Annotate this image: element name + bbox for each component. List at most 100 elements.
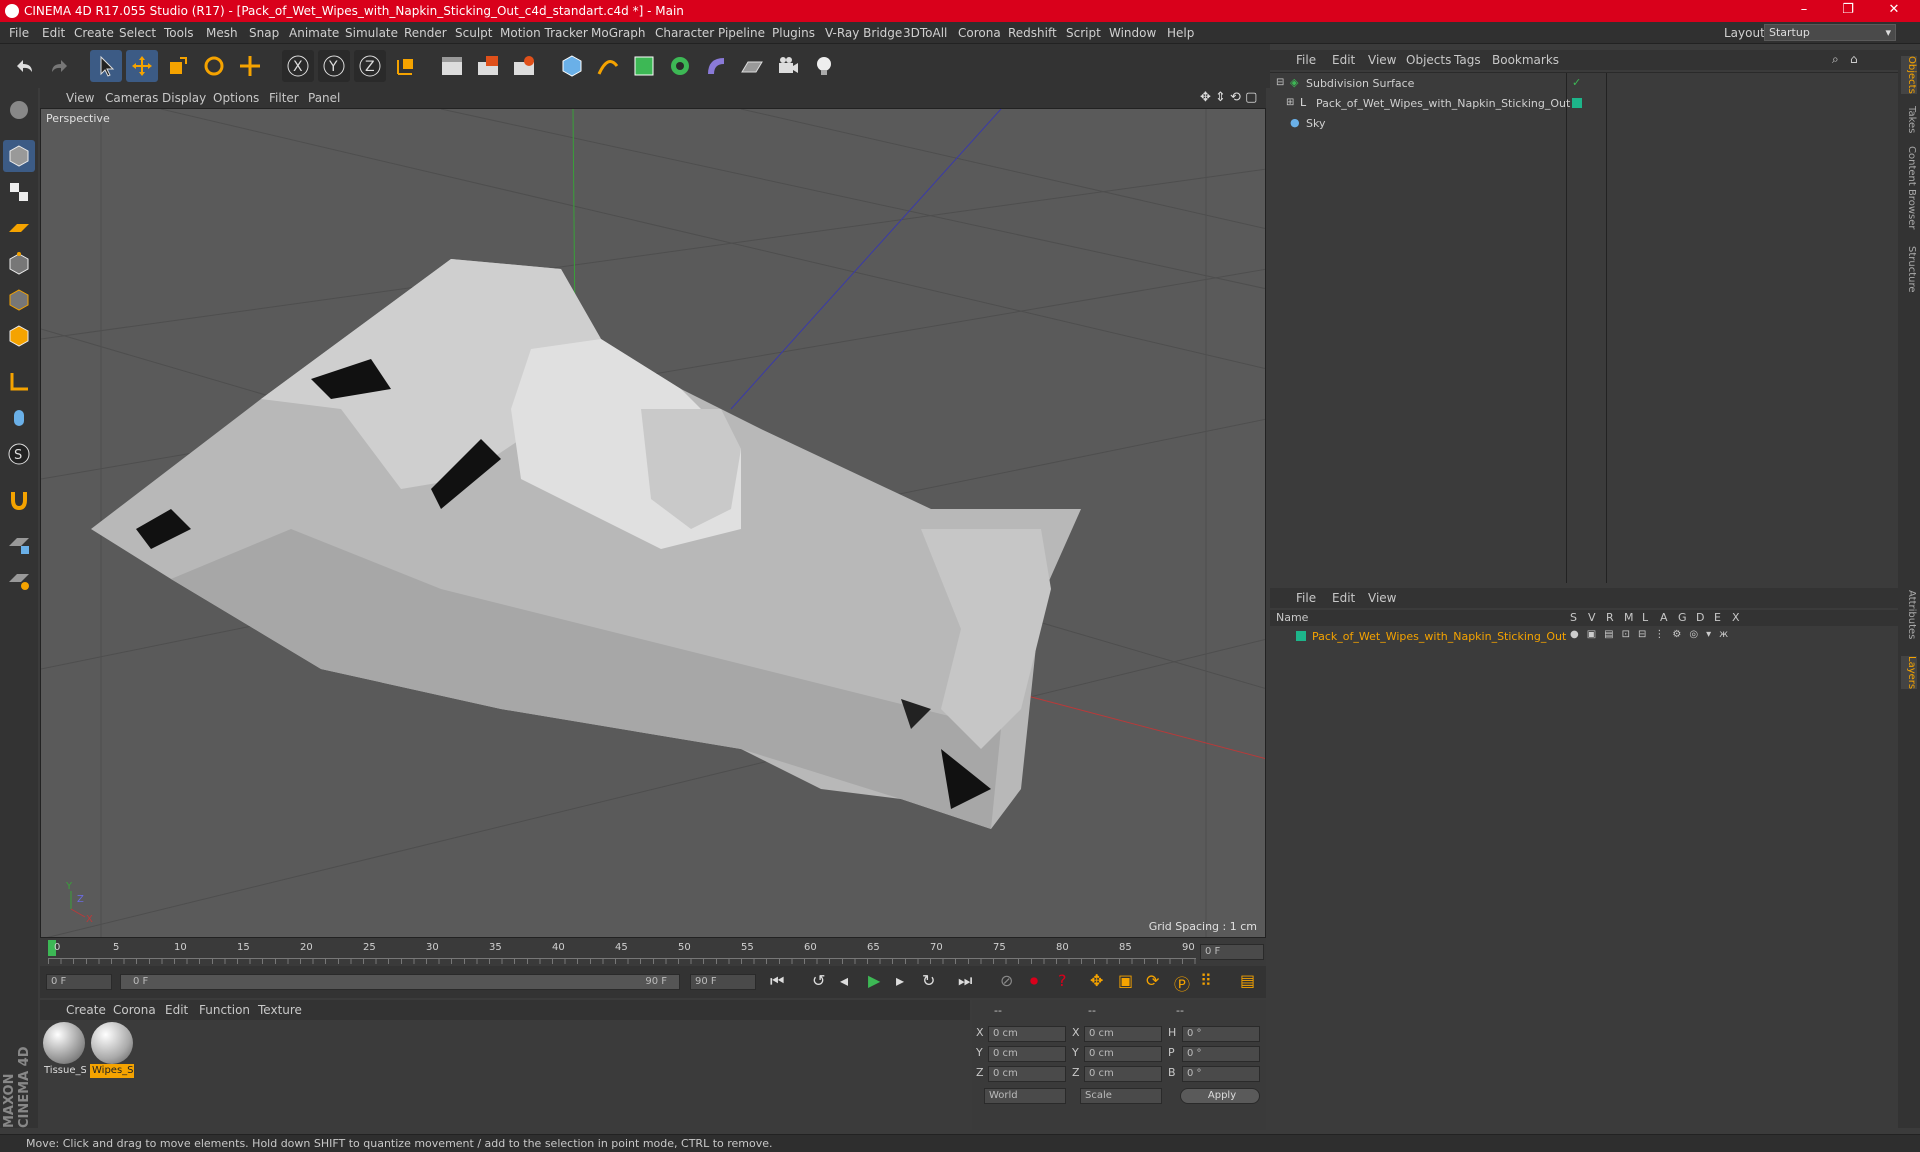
previous-key-icon[interactable]: ↺ — [812, 971, 825, 990]
menu-edit[interactable]: Edit — [42, 26, 65, 40]
menu-pipeline[interactable]: Pipeline — [718, 26, 765, 40]
object-menu-bookmarks[interactable]: Bookmarks — [1492, 53, 1559, 67]
material-menu-function[interactable]: Function — [199, 1003, 250, 1017]
viewport-menu-cameras[interactable]: Cameras — [105, 91, 158, 105]
menu-mograph[interactable]: MoGraph — [591, 26, 646, 40]
autokey-icon[interactable]: ? — [1058, 971, 1067, 990]
keyframe-icon[interactable]: ⊘ — [1000, 971, 1013, 990]
viewport-menu-filter[interactable]: Filter — [269, 91, 299, 105]
tab-takes[interactable]: Takes — [1901, 106, 1917, 133]
collapse-icon[interactable]: ⊟ — [1276, 77, 1284, 88]
apply-button[interactable]: Apply — [1180, 1088, 1260, 1104]
frame-range-slider[interactable]: 0 F 90 F — [120, 974, 680, 990]
material-menu-edit[interactable]: Edit — [165, 1003, 188, 1017]
menu-3dtoall[interactable]: 3DToAll — [903, 26, 947, 40]
transform-tool-button[interactable] — [234, 50, 266, 82]
redo-button[interactable] — [44, 50, 76, 82]
key-parameter-icon[interactable]: Ⓟ — [1174, 971, 1190, 995]
move-tool-button[interactable] — [126, 50, 158, 82]
edges-mode-button[interactable] — [3, 284, 35, 316]
menu-motion-tracker[interactable]: Motion Tracker — [500, 26, 588, 40]
maximize-button[interactable]: ❐ — [1826, 2, 1870, 20]
object-menu-file[interactable]: File — [1296, 53, 1316, 67]
coordinate-system-button[interactable] — [390, 50, 422, 82]
next-frame-icon[interactable]: ▸ — [896, 971, 904, 990]
floor-button[interactable] — [736, 50, 768, 82]
undo-button[interactable] — [8, 50, 40, 82]
spline-pen-button[interactable] — [592, 50, 624, 82]
snap-button[interactable]: S — [3, 438, 35, 470]
layer-menu-edit[interactable]: Edit — [1332, 591, 1355, 605]
cube-object-button[interactable] — [556, 50, 588, 82]
grid-snap-button[interactable] — [3, 564, 35, 596]
menu-tools[interactable]: Tools — [164, 26, 194, 40]
menu-redshift[interactable]: Redshift — [1008, 26, 1057, 40]
object-menu-tags[interactable]: Tags — [1454, 53, 1481, 67]
material-swatch[interactable]: Wipes_S — [90, 1022, 134, 1080]
points-mode-button[interactable] — [3, 248, 35, 280]
record-icon[interactable]: ⏺ — [1030, 971, 1038, 991]
select-tool-button[interactable] — [90, 50, 122, 82]
menu-sculpt[interactable]: Sculpt — [455, 26, 492, 40]
render-settings-button[interactable] — [508, 50, 540, 82]
viewport-menu-display[interactable]: Display — [162, 91, 206, 105]
deformer-button[interactable] — [700, 50, 732, 82]
menu-create[interactable]: Create — [74, 26, 114, 40]
menu-character[interactable]: Character — [655, 26, 714, 40]
key-position-icon[interactable]: ✥ — [1090, 971, 1103, 990]
coordinate-mode-dropdown[interactable]: World — [984, 1088, 1066, 1104]
menu-snap[interactable]: Snap — [249, 26, 279, 40]
y-axis-lock-button[interactable]: Y — [318, 50, 350, 82]
end-frame-field[interactable]: 90 F — [690, 974, 756, 990]
layer-menu-file[interactable]: File — [1296, 591, 1316, 605]
object-menu-view[interactable]: View — [1368, 53, 1396, 67]
go-to-end-icon[interactable]: ⏭ — [958, 971, 972, 991]
expand-icon[interactable]: ⊞ — [1286, 97, 1294, 108]
object-menu-objects[interactable]: Objects — [1406, 53, 1451, 67]
enabled-check-icon[interactable]: ✓ — [1572, 76, 1581, 89]
workplane-mode-button[interactable] — [3, 212, 35, 244]
start-frame-field[interactable]: 0 F — [46, 974, 112, 990]
rotation-b-field[interactable]: 0 ° — [1182, 1066, 1260, 1082]
viewport-navigation-icons[interactable]: ✥ ⇕ ⟲ ▢ — [1200, 90, 1257, 105]
subdivision-button[interactable] — [628, 50, 660, 82]
position-z-field[interactable]: 0 cm — [988, 1066, 1066, 1082]
go-to-start-icon[interactable]: ⏮ — [770, 971, 784, 991]
menu-render[interactable]: Render — [404, 26, 447, 40]
object-row[interactable]: ● Sky — [1270, 115, 1898, 133]
menu-help[interactable]: Help — [1167, 26, 1194, 40]
timeline-window-icon[interactable]: ▤ — [1240, 971, 1255, 990]
tab-content-browser[interactable]: Content Browser — [1901, 146, 1917, 229]
layer-row[interactable]: Pack_of_Wet_Wipes_with_Napkin_Sticking_O… — [1270, 628, 1898, 646]
3d-viewport[interactable]: Y X Z Perspective Grid Spacing : 1 cm — [40, 108, 1266, 938]
material-menu-create[interactable]: Create — [66, 1003, 106, 1017]
z-axis-lock-button[interactable]: Z — [354, 50, 386, 82]
grid-lock-button[interactable] — [3, 528, 35, 560]
viewport-menu-panel[interactable]: Panel — [308, 91, 340, 105]
menu-corona[interactable]: Corona — [958, 26, 1001, 40]
menu-simulate[interactable]: Simulate — [345, 26, 398, 40]
position-x-field[interactable]: 0 cm — [988, 1026, 1066, 1042]
layer-toggle-icons[interactable]: ●▣▤⊡⊟⋮⚙◎▾ж — [1570, 629, 1736, 640]
menu-select[interactable]: Select — [119, 26, 156, 40]
layout-dropdown[interactable]: Startup ▾ — [1764, 24, 1896, 41]
previous-frame-icon[interactable]: ◂ — [840, 971, 848, 990]
texture-mode-button[interactable] — [3, 176, 35, 208]
search-icon[interactable]: ⌕ — [1832, 52, 1839, 67]
camera-button[interactable] — [772, 50, 804, 82]
key-pla-icon[interactable]: ⠿ — [1200, 971, 1212, 990]
menu-mesh[interactable]: Mesh — [206, 26, 238, 40]
tab-objects[interactable]: Objects — [1901, 56, 1917, 94]
layer-color-tag[interactable] — [1572, 98, 1582, 108]
next-key-icon[interactable]: ↻ — [922, 971, 935, 990]
key-rotation-icon[interactable]: ⟳ — [1146, 971, 1159, 990]
tweak-mode-button[interactable] — [3, 402, 35, 434]
menu-window[interactable]: Window — [1109, 26, 1156, 40]
tab-structure[interactable]: Structure — [1901, 246, 1917, 293]
render-picture-viewer-button[interactable] — [472, 50, 504, 82]
mograph-cloner-button[interactable] — [664, 50, 696, 82]
x-axis-lock-button[interactable]: X — [282, 50, 314, 82]
material-menu-texture[interactable]: Texture — [258, 1003, 302, 1017]
size-z-field[interactable]: 0 cm — [1084, 1066, 1162, 1082]
viewport-menu-options[interactable]: Options — [213, 91, 259, 105]
